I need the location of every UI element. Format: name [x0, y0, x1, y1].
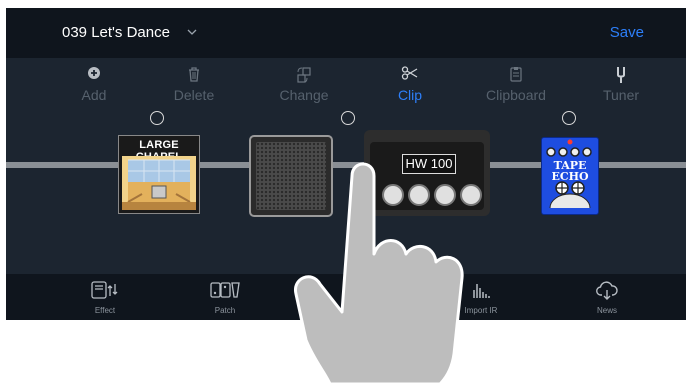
swap-icon — [264, 66, 344, 86]
patch-name[interactable]: 039 Let's Dance — [62, 24, 170, 41]
save-button[interactable]: Save — [610, 24, 644, 41]
plus-circle-icon — [54, 66, 134, 86]
delay-pedal-block[interactable]: TAPE ECHO — [541, 137, 599, 215]
effect-tab[interactable]: Effect — [70, 280, 140, 315]
effect-label: Effect — [94, 306, 116, 315]
tuner-button[interactable]: Tuner — [581, 66, 661, 103]
tap-gesture-hand-icon — [294, 162, 464, 384]
trash-icon — [154, 66, 234, 86]
chapel-image — [122, 156, 196, 210]
patch-icon — [190, 280, 260, 302]
delete-label: Delete — [173, 87, 215, 103]
clipboard-button[interactable]: Clipboard — [476, 66, 556, 103]
patch-tab[interactable]: Patch — [190, 280, 260, 315]
news-tab[interactable]: News — [572, 280, 642, 315]
patch-label: Patch — [214, 306, 236, 315]
block-select-radio[interactable] — [562, 111, 576, 125]
tuner-label: Tuner — [602, 87, 640, 103]
top-bar: 039 Let's Dance Save — [6, 8, 686, 58]
change-label: Change — [279, 87, 329, 103]
block-select-radio[interactable] — [150, 111, 164, 125]
block-select-radio[interactable] — [341, 111, 355, 125]
tape-line2: ECHO — [551, 170, 589, 183]
clip-label: Clip — [397, 87, 423, 103]
add-label: Add — [81, 87, 107, 103]
news-label: News — [596, 306, 617, 315]
effect-icon — [70, 280, 140, 302]
change-button[interactable]: Change — [264, 66, 344, 103]
reverb-block[interactable]: LARGE CHAPEL — [118, 135, 200, 214]
delete-button[interactable]: Delete — [154, 66, 234, 103]
chevron-down-icon[interactable] — [186, 26, 198, 38]
scissors-icon — [370, 66, 450, 86]
clip-button[interactable]: Clip — [370, 66, 450, 103]
delay-pedal-label: TAPE ECHO — [542, 160, 598, 182]
add-button[interactable]: Add — [54, 66, 134, 103]
clipboard-label: Clipboard — [486, 87, 546, 103]
clipboard-icon — [476, 66, 556, 86]
cloud-download-icon — [572, 280, 642, 302]
tuning-fork-icon — [581, 66, 661, 86]
